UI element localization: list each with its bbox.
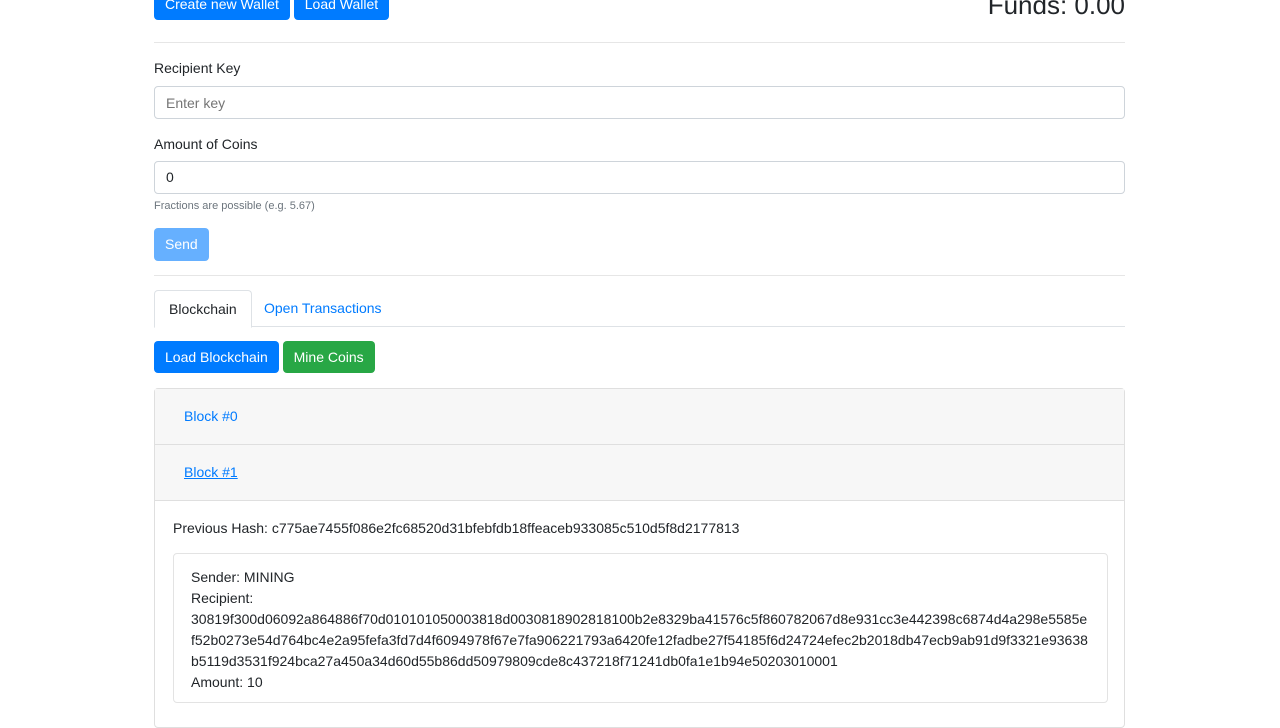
send-button[interactable]: Send: [154, 228, 209, 261]
tab-blockchain[interactable]: Blockchain: [154, 290, 252, 328]
amount-label: Amount of Coins: [154, 136, 258, 152]
previous-hash: Previous Hash: c775ae7455f086e2fc68520d3…: [173, 520, 740, 536]
block-link[interactable]: Block #1: [184, 464, 238, 480]
mine-coins-button[interactable]: Mine Coins: [282, 341, 375, 373]
wallet-buttons: Create new Wallet Load Wallet: [154, 0, 390, 20]
blockchain-actions: Load Blockchain Mine Coins: [154, 341, 375, 373]
transaction-card: Sender: MINING Recipient: 30819f300d0609…: [173, 553, 1108, 703]
create-wallet-button[interactable]: Create new Wallet: [154, 0, 290, 20]
divider: [154, 42, 1125, 43]
recipient-label: Recipient Key: [154, 60, 241, 76]
tab-bar: Blockchain Open Transactions: [154, 290, 1125, 328]
divider: [154, 275, 1125, 276]
funds-display: Funds: 0.00: [987, 0, 1125, 20]
tx-sender: Sender: MINING: [191, 569, 295, 585]
block-header[interactable]: Block #0: [155, 389, 1124, 445]
blocks-accordion: Block #0 Block #1 Previous Hash: c775ae7…: [154, 388, 1125, 728]
tx-recipient-key: 30819f300d06092a864886f70d01010105000381…: [191, 611, 1088, 669]
amount-input[interactable]: 0: [154, 161, 1125, 194]
recipient-key-input[interactable]: [154, 86, 1125, 119]
block-link[interactable]: Block #0: [184, 408, 238, 424]
load-wallet-button[interactable]: Load Wallet: [293, 0, 390, 20]
amount-hint: Fractions are possible (e.g. 5.67): [154, 200, 315, 212]
tx-amount: Amount: 10: [191, 674, 263, 690]
block-header[interactable]: Block #1: [155, 445, 1124, 501]
tab-open-transactions[interactable]: Open Transactions: [250, 290, 396, 326]
load-blockchain-button[interactable]: Load Blockchain: [154, 341, 279, 373]
tx-recipient-label: Recipient:: [191, 590, 254, 606]
